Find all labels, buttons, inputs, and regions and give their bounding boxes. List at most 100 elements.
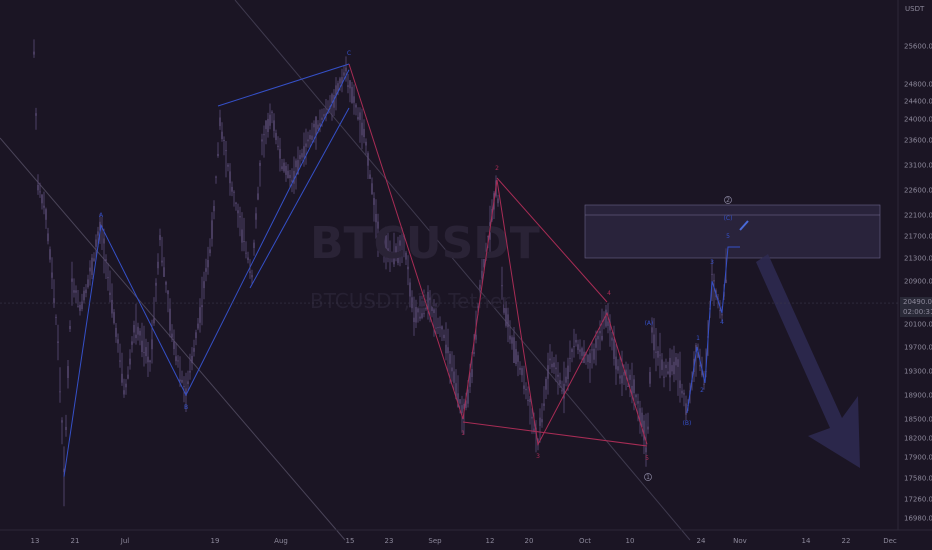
- candle-body: [703, 383, 705, 385]
- candle-body: [161, 260, 163, 263]
- price-tick-label: 18200.0: [904, 435, 932, 443]
- candle-body: [125, 383, 127, 388]
- candle-body: [451, 367, 453, 372]
- candle-body: [91, 257, 93, 275]
- candle-body: [175, 356, 177, 362]
- candle-body: [551, 363, 553, 368]
- candle-body: [679, 380, 681, 388]
- candle-body: [351, 86, 353, 103]
- wave-label-3: 3: [710, 259, 714, 266]
- wave-label-red-1: 1: [461, 430, 465, 437]
- candle-body: [363, 128, 365, 137]
- candle-body: [45, 209, 47, 220]
- time-tick-label: Dec: [883, 537, 897, 545]
- candle-body: [181, 379, 183, 383]
- time-axis[interactable]: 13 21 Jul 19 Aug 15 23 Sep 12 20 Oct 10 24 Nov 14 22 Dec: [0, 529, 932, 545]
- candle-body: [81, 301, 83, 309]
- candle-body: [439, 326, 441, 328]
- watermark-symbol: BTCUSDT: [310, 218, 540, 269]
- price-tick-label: 23100.0: [904, 162, 932, 170]
- candle-body: [119, 360, 121, 362]
- candle-body: [47, 233, 49, 242]
- candlestick-series: [33, 39, 727, 507]
- wave-label-5: 5: [726, 233, 730, 240]
- candle-body: [221, 131, 223, 139]
- candle-body: [113, 312, 115, 324]
- candle-body: [281, 166, 283, 170]
- candle-body: [249, 271, 251, 273]
- candle-body: [35, 113, 37, 116]
- candle-body: [513, 337, 515, 363]
- candle-body: [589, 353, 591, 363]
- candle-body: [577, 344, 579, 351]
- candle-body: [721, 314, 723, 316]
- candle-body: [55, 316, 57, 318]
- candle-body: [591, 349, 593, 351]
- wave-final-path: [686, 246, 740, 414]
- price-tick-label: 22100.0: [904, 212, 932, 220]
- wave-channel-top: [217, 63, 350, 107]
- candle-body: [511, 337, 513, 344]
- candle-body: [367, 153, 369, 166]
- candle-body: [213, 206, 215, 212]
- candle-body: [545, 379, 547, 390]
- candle-body: [481, 270, 483, 279]
- time-tick-label: Oct: [579, 537, 591, 545]
- price-tick-label: 24800.0: [904, 81, 932, 89]
- candle-body: [215, 176, 217, 178]
- candle-body: [725, 279, 727, 284]
- candle-body: [619, 375, 621, 379]
- down-arrow-shape: [756, 254, 860, 468]
- price-tick-label: 18500.0: [904, 416, 932, 424]
- candle-body: [711, 273, 713, 275]
- candle-body: [59, 391, 61, 393]
- candle-body: [305, 143, 307, 147]
- candle-body: [497, 198, 499, 204]
- price-tick-label: 24400.0: [904, 98, 932, 106]
- candle-body: [659, 354, 661, 356]
- candle-body: [153, 318, 155, 324]
- candle-body: [347, 85, 349, 87]
- time-tick-label: Aug: [274, 537, 288, 545]
- candle-body: [339, 78, 341, 84]
- candle-body: [567, 365, 569, 379]
- candle-body: [561, 390, 563, 392]
- candle-body: [219, 117, 221, 127]
- price-chart[interactable]: BTCUSDTBTCUSDT, 30 Tether ABC12345(A)(B)…: [0, 0, 932, 550]
- price-tick-label: 20100.0: [904, 321, 932, 329]
- candle-body: [661, 359, 663, 370]
- candle-body: [349, 80, 351, 89]
- time-tick-label: 14: [802, 537, 811, 545]
- candle-body: [525, 388, 527, 391]
- candle-body: [345, 67, 347, 72]
- candle-body: [531, 416, 533, 419]
- candle-body: [139, 330, 141, 336]
- candle-body: [39, 191, 41, 193]
- candle-body: [473, 352, 475, 354]
- candle-body: [131, 341, 133, 345]
- candle-body: [651, 327, 653, 333]
- candle-body: [229, 171, 231, 184]
- price-tick-label: 18900.0: [904, 392, 932, 400]
- candle-body: [555, 367, 557, 370]
- time-tick-label: 10: [626, 537, 635, 545]
- candle-body: [61, 420, 63, 423]
- wave-label-b: B: [184, 404, 188, 411]
- candle-body: [253, 242, 255, 248]
- candle-body: [571, 349, 573, 352]
- candle-body: [203, 281, 205, 289]
- candle-body: [233, 191, 235, 193]
- candle-body: [67, 366, 69, 378]
- candle-body: [235, 202, 237, 204]
- candle-body: [573, 346, 575, 348]
- candle-body: [515, 349, 517, 364]
- time-tick-label: Jul: [120, 537, 130, 545]
- candle-body: [605, 309, 607, 327]
- wave-label-red-5: 5: [645, 455, 649, 462]
- time-tick-label: Sep: [428, 537, 442, 545]
- candle-body: [445, 344, 447, 354]
- candle-body: [719, 310, 721, 312]
- candle-body: [295, 160, 297, 168]
- candle-body: [79, 305, 81, 311]
- candle-body: [579, 349, 581, 352]
